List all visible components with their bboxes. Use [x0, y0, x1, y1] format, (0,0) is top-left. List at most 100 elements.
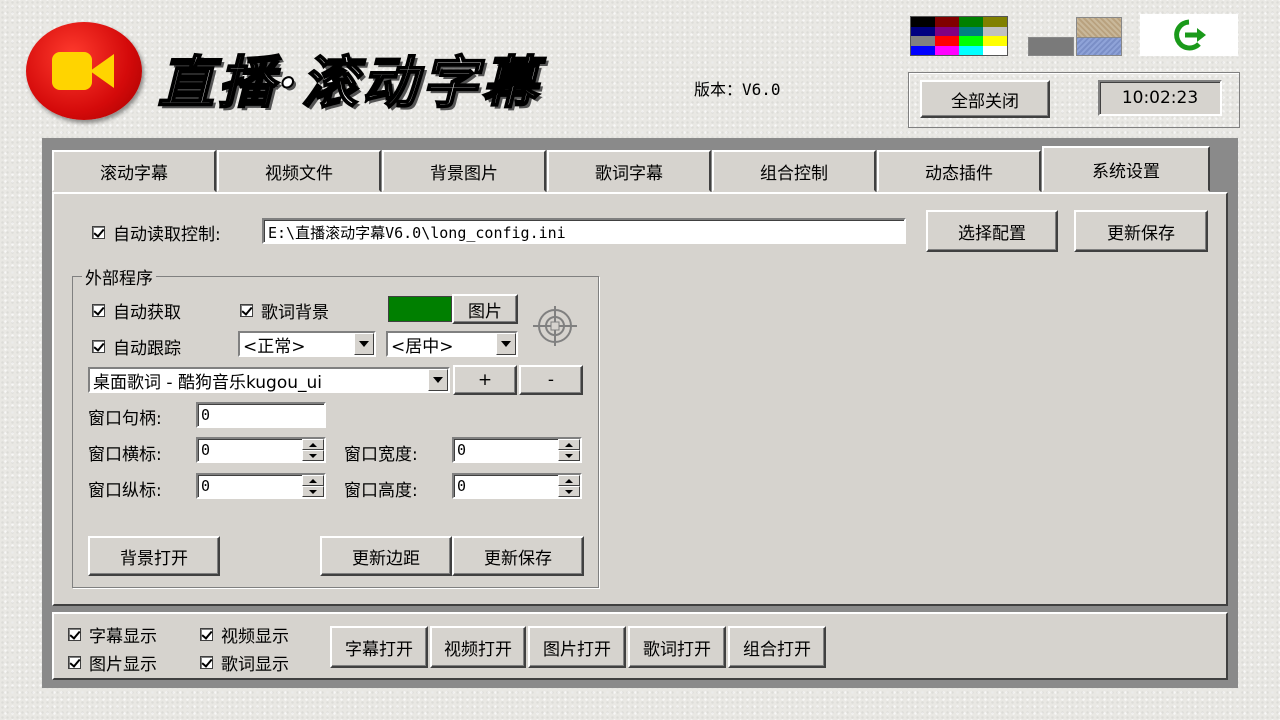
subtitle-open-button[interactable]: 字幕打开: [330, 626, 428, 668]
window-y-stepper[interactable]: 0: [196, 473, 326, 499]
window-x-stepper[interactable]: 0: [196, 437, 326, 463]
window-height-stepper[interactable]: 0: [452, 473, 582, 499]
app-title: 直播·滚动字幕: [157, 49, 542, 117]
update-save-button[interactable]: 更新保存: [1074, 210, 1208, 252]
auto-track-checkbox[interactable]: 自动跟踪: [92, 334, 181, 359]
auto-read-label: 自动读取控制:: [113, 225, 221, 245]
check-icon: [68, 628, 81, 641]
window-handle-label: 窗口句柄:: [88, 409, 162, 429]
window-width-stepper[interactable]: 0: [452, 437, 582, 463]
external-update-save-button[interactable]: 更新保存: [452, 536, 584, 576]
chevron-down-icon[interactable]: [496, 333, 516, 355]
lyric-open-button[interactable]: 歌词打开: [628, 626, 726, 668]
update-margin-button[interactable]: 更新边距: [320, 536, 452, 576]
group-title: 外部程序: [82, 264, 156, 289]
window-x-label: 窗口横标:: [88, 445, 162, 465]
palette-swatch[interactable]: [935, 17, 959, 27]
palette-swatch[interactable]: [935, 45, 959, 55]
auto-track-label: 自动跟踪: [113, 339, 181, 359]
window-width-value: 0: [457, 441, 467, 459]
spin-down-icon[interactable]: [302, 450, 324, 461]
window-handle-input[interactable]: 0: [196, 402, 326, 428]
window-x-value: 0: [201, 441, 211, 459]
video-show-checkbox[interactable]: 视频显示: [200, 622, 289, 647]
palette-swatch[interactable]: [911, 45, 935, 55]
window-y-value: 0: [201, 477, 211, 495]
tab-scroll-subtitle[interactable]: 滚动字幕: [52, 150, 216, 192]
spin-down-icon[interactable]: [558, 486, 580, 497]
window-height-value: 0: [457, 477, 467, 495]
video-open-button[interactable]: 视频打开: [430, 626, 526, 668]
spin-up-icon[interactable]: [558, 475, 580, 486]
texture-blue-swatch[interactable]: [1076, 37, 1122, 56]
chevron-down-icon[interactable]: [428, 369, 448, 391]
auto-fetch-checkbox[interactable]: 自动获取: [92, 298, 181, 323]
program-select-value: 桌面歌词 - 酷狗音乐kugou_ui: [93, 372, 323, 393]
palette-swatch[interactable]: [935, 36, 959, 46]
tab-background-image[interactable]: 背景图片: [382, 150, 546, 192]
background-open-button[interactable]: 背景打开: [88, 536, 220, 576]
video-camera-lens-icon: [90, 54, 114, 88]
window-y-label: 窗口纵标:: [88, 481, 162, 501]
video-show-label: 视频显示: [221, 627, 289, 647]
video-camera-icon: [52, 52, 92, 90]
subtitle-show-checkbox[interactable]: 字幕显示: [68, 622, 157, 647]
palette-swatch[interactable]: [959, 17, 983, 27]
lyric-show-checkbox[interactable]: 歌词显示: [200, 650, 289, 675]
palette-swatch[interactable]: [911, 26, 935, 36]
tab-combo-control[interactable]: 组合控制: [712, 150, 876, 192]
lyric-show-label: 歌词显示: [221, 655, 289, 675]
remove-program-button[interactable]: -: [519, 365, 583, 395]
color-palette[interactable]: [910, 16, 1008, 56]
palette-swatch[interactable]: [959, 45, 983, 55]
spin-down-icon[interactable]: [302, 486, 324, 497]
select-config-button[interactable]: 选择配置: [926, 210, 1058, 252]
config-path-input[interactable]: E:\直播滚动字幕V6.0\long_config.ini: [262, 218, 906, 244]
palette-swatch[interactable]: [911, 17, 935, 27]
exit-icon: [1174, 19, 1206, 51]
tab-dynamic-plugin[interactable]: 动态插件: [877, 150, 1041, 192]
chevron-down-icon[interactable]: [354, 333, 374, 355]
tab-video-file[interactable]: 视频文件: [217, 150, 381, 192]
palette-swatch[interactable]: [983, 36, 1007, 46]
mode-select[interactable]: <正常>: [238, 331, 376, 357]
tab-bar: 滚动字幕 视频文件 背景图片 歌词字幕 组合控制 动态插件 系统设置: [52, 146, 1228, 192]
palette-swatch[interactable]: [983, 45, 1007, 55]
spin-up-icon[interactable]: [558, 439, 580, 450]
spin-down-icon[interactable]: [558, 450, 580, 461]
lyric-bg-checkbox[interactable]: 歌词背景: [240, 298, 329, 323]
add-program-button[interactable]: +: [453, 365, 517, 395]
check-icon: [240, 304, 253, 317]
lyric-bg-color-swatch[interactable]: [388, 296, 452, 322]
program-select[interactable]: 桌面歌词 - 酷狗音乐kugou_ui: [88, 367, 450, 393]
image-open-button[interactable]: 图片打开: [528, 626, 626, 668]
tab-lyric-subtitle[interactable]: 歌词字幕: [547, 150, 711, 192]
check-icon: [92, 340, 105, 353]
palette-swatch[interactable]: [959, 36, 983, 46]
crosshair-target-icon[interactable]: [530, 304, 580, 348]
palette-swatch[interactable]: [935, 26, 959, 36]
palette-swatch[interactable]: [983, 17, 1007, 27]
auto-fetch-label: 自动获取: [113, 303, 181, 323]
auto-read-checkbox[interactable]: 自动读取控制:: [92, 220, 221, 245]
align-select-value: <居中>: [391, 336, 454, 357]
mode-select-value: <正常>: [243, 336, 306, 357]
texture-gray-swatch[interactable]: [1028, 37, 1074, 56]
exit-button[interactable]: [1140, 14, 1238, 56]
texture-sand-swatch[interactable]: [1076, 17, 1122, 39]
combo-open-button[interactable]: 组合打开: [728, 626, 826, 668]
align-select[interactable]: <居中>: [386, 331, 518, 357]
palette-swatch[interactable]: [959, 26, 983, 36]
spin-up-icon[interactable]: [302, 439, 324, 450]
image-show-checkbox[interactable]: 图片显示: [68, 650, 157, 675]
palette-swatch[interactable]: [911, 36, 935, 46]
check-icon: [92, 304, 105, 317]
palette-swatch[interactable]: [983, 26, 1007, 36]
tab-system-settings[interactable]: 系统设置: [1042, 146, 1210, 192]
image-show-label: 图片显示: [89, 655, 157, 675]
spin-up-icon[interactable]: [302, 475, 324, 486]
image-button[interactable]: 图片: [452, 294, 518, 324]
close-all-button[interactable]: 全部关闭: [920, 80, 1050, 118]
check-icon: [92, 226, 105, 239]
window-height-label: 窗口高度:: [344, 481, 418, 501]
